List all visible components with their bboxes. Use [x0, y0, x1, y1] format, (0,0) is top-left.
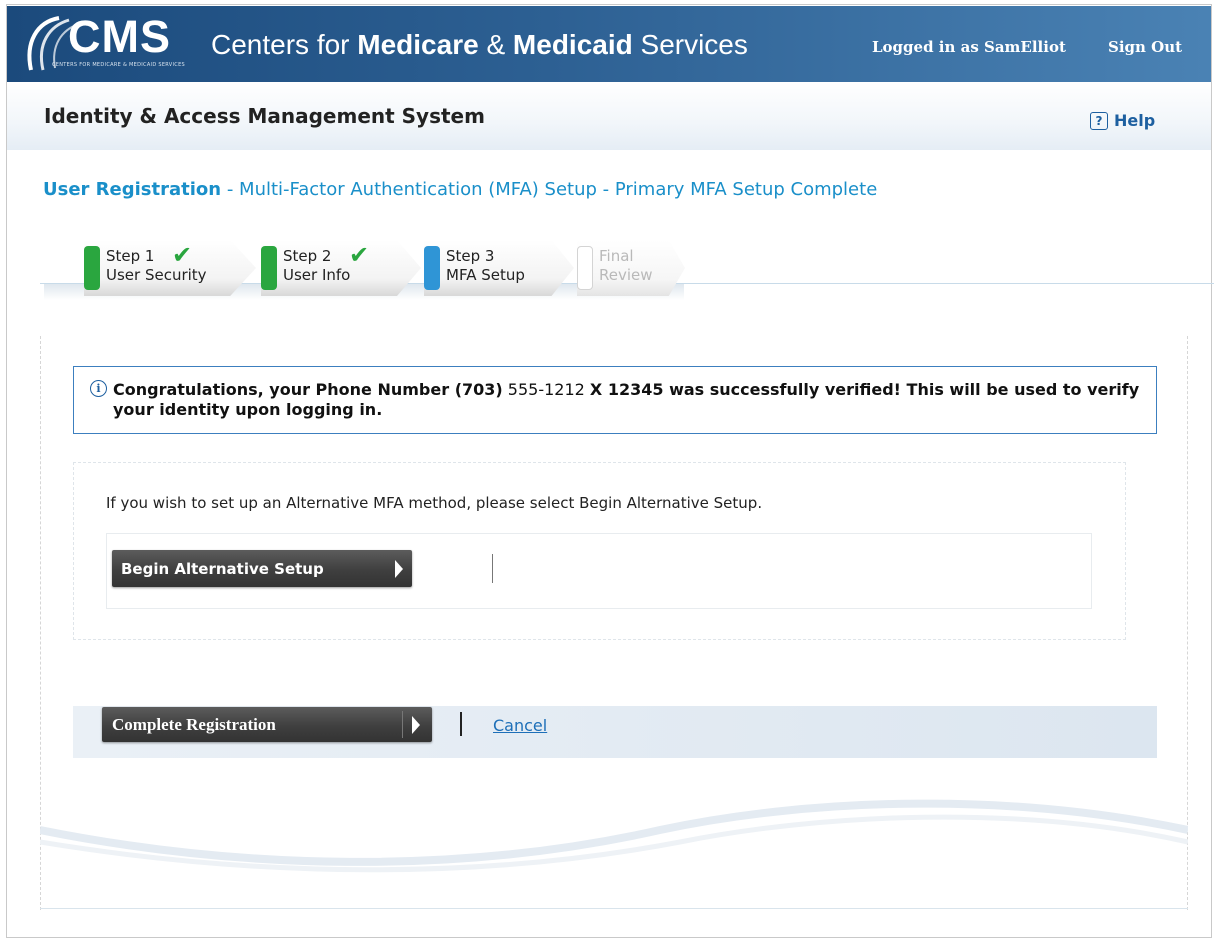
- step-final: Final Review: [577, 240, 685, 296]
- checkmark-icon: ✔: [172, 241, 193, 269]
- step-2-title: Step 2: [283, 247, 332, 265]
- begin-alternative-setup-button[interactable]: Begin Alternative Setup: [112, 550, 493, 587]
- help-icon: ?: [1090, 111, 1108, 130]
- phone-number: 555-1212: [502, 380, 590, 399]
- cms-logo-subtext: CENTERS FOR MEDICARE & MEDICAID SERVICES: [52, 62, 186, 68]
- checkmark-icon: ✔: [349, 241, 370, 269]
- button-separator: [402, 711, 403, 738]
- chevron-right-icon: [412, 716, 420, 734]
- complete-registration-label: Complete Registration: [112, 715, 276, 734]
- step-2: Step 2 ✔ User Info: [261, 240, 421, 296]
- help-label: Help: [1114, 111, 1156, 130]
- agency-medicare: Medicare: [357, 29, 479, 60]
- step-3: Step 3 MFA Setup: [424, 240, 574, 296]
- help-link[interactable]: ? Help: [1090, 111, 1155, 130]
- cms-logo: CMS: [68, 11, 171, 62]
- page-title-rest: - Multi-Factor Authentication (MFA) Setu…: [221, 179, 878, 200]
- sign-out-link[interactable]: Sign Out: [1108, 38, 1182, 56]
- step-2-label: User Info: [283, 266, 351, 284]
- step-2-status-bar: [261, 246, 277, 290]
- agency-amp: &: [478, 29, 513, 60]
- cancel-link[interactable]: Cancel: [493, 716, 547, 735]
- step-1: Step 1 ✔ User Security: [84, 240, 256, 296]
- agency-medicaid: Medicaid: [512, 29, 633, 60]
- alternative-mfa-text: If you wish to set up an Alternative MFA…: [106, 494, 763, 512]
- bottom-divider: [40, 908, 1188, 909]
- begin-alternative-setup-label: Begin Alternative Setup: [121, 560, 324, 578]
- step-1-title: Step 1: [106, 247, 155, 265]
- step-3-label: MFA Setup: [446, 266, 525, 284]
- message-prefix: Congratulations, your Phone Number: [113, 380, 455, 399]
- step-3-title: Step 3: [446, 247, 495, 265]
- page-title: User Registration - Multi-Factor Authent…: [43, 179, 877, 200]
- system-title: Identity & Access Management System: [44, 104, 485, 128]
- decorative-swoosh: [40, 799, 1188, 873]
- button-separator: [492, 554, 493, 583]
- step-3-status-bar: [424, 246, 440, 290]
- step-1-label: User Security: [106, 266, 207, 284]
- step-final-label: Review: [599, 266, 653, 284]
- success-message: i Congratulations, your Phone Number (70…: [73, 366, 1157, 434]
- agency-prefix: Centers for: [211, 29, 358, 60]
- phone-area-code: (703): [454, 380, 503, 399]
- agency-name: Centers for Medicare & Medicaid Services: [211, 31, 748, 59]
- step-1-status-bar: [84, 246, 100, 290]
- action-divider: [460, 712, 462, 736]
- page-title-strong: User Registration: [43, 179, 222, 200]
- info-icon: i: [90, 380, 107, 397]
- chevron-right-icon: [395, 560, 403, 578]
- success-message-text: Congratulations, your Phone Number (703)…: [113, 380, 1143, 420]
- step-final-status-bar: [577, 246, 593, 290]
- step-final-title: Final: [599, 247, 634, 265]
- agency-suffix: Services: [632, 29, 748, 60]
- complete-registration-button[interactable]: Complete Registration: [102, 707, 432, 742]
- logged-in-status: Logged in as SamElliot: [872, 38, 1066, 56]
